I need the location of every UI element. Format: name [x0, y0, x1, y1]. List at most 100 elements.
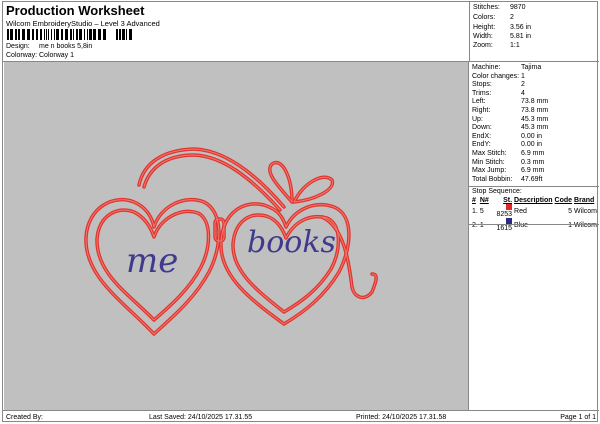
stat-value: 5.81 in	[510, 33, 532, 40]
info-value: 1	[521, 72, 525, 80]
divider	[469, 224, 599, 225]
barcode-bar	[89, 29, 92, 40]
barcode-bar	[15, 29, 17, 40]
info-value: 45.3 mm	[521, 124, 549, 132]
design-canvas: me books	[4, 62, 469, 410]
cell: Wilcom	[574, 221, 597, 229]
info-label: Trims:	[472, 89, 492, 97]
barcode-bar	[32, 29, 34, 40]
info-value: 0.3 mm	[521, 158, 545, 166]
stat-value: 1:1	[510, 42, 520, 49]
info-value: 73.8 mm	[521, 98, 549, 106]
page-number: Page 1 of 1	[560, 414, 596, 421]
header: Production Worksheet Wilcom EmbroiderySt…	[3, 2, 469, 62]
info-value: 2	[521, 81, 525, 89]
barcode-bar	[79, 29, 82, 40]
info-value: Tajima	[521, 64, 542, 71]
barcode-bar	[70, 29, 72, 40]
barcode-bar	[51, 29, 52, 40]
barcode-bar	[87, 29, 88, 40]
info-label: Down:	[472, 124, 492, 132]
barcode-bar	[7, 29, 9, 40]
barcode-bar	[56, 29, 59, 40]
info-label: Total Bobbin:	[472, 175, 513, 183]
col-header: St.	[503, 197, 513, 204]
stat-label: Height:	[473, 24, 496, 31]
colorway-label: Colorway:	[6, 52, 38, 59]
info-value: 6.9 mm	[521, 167, 545, 175]
stop-sequence-table: # N# St. Description Code Brand 1. 5 825…	[471, 197, 598, 232]
cell: Wilcom	[574, 207, 597, 215]
barcode-bar	[126, 29, 127, 40]
cell: 1	[568, 221, 573, 229]
barcode-bar	[98, 29, 101, 40]
info-label: Machine:	[472, 64, 501, 71]
col-header: N#	[479, 197, 489, 204]
col-header: Code	[554, 197, 573, 204]
col-header: Brand	[574, 197, 595, 204]
info-label: EndY:	[472, 141, 491, 149]
barcode-bar	[18, 29, 20, 40]
colorway-value: Colorway 1	[39, 52, 75, 59]
barcode	[7, 29, 132, 40]
cell: Blue	[514, 221, 529, 229]
info-value: 45.3 mm	[521, 115, 549, 123]
stat-value: 3.56 in	[510, 24, 532, 31]
worksheet-page: Production Worksheet Wilcom EmbroiderySt…	[2, 1, 599, 423]
info-label: Max Stitch:	[472, 150, 507, 157]
created-by: Created By:	[6, 414, 43, 421]
software-name: Wilcom EmbroideryStudio – Level 3 Advanc…	[6, 19, 160, 28]
info-value: 0.00 in	[521, 141, 543, 149]
stat-label: Zoom:	[473, 42, 493, 49]
info-label: Left:	[472, 98, 486, 106]
barcode-bar	[73, 29, 74, 40]
cell: 8253	[490, 204, 513, 218]
cell: Red	[514, 207, 527, 215]
stop-sequence-title: Stop Sequence:	[472, 188, 522, 195]
barcode-bar	[36, 29, 38, 40]
stats-panel: Stitches: 9870 Colors: 2 Height: 3.56 in Wi…	[469, 2, 599, 62]
thread-number: 1615	[496, 225, 513, 232]
stat-label: Stitches:	[473, 4, 500, 11]
barcode-bar	[10, 29, 13, 40]
cell: 5	[479, 207, 484, 215]
info-value: 6.9 mm	[521, 150, 545, 157]
barcode-bar	[22, 29, 25, 40]
barcode-bar	[27, 29, 30, 40]
barcode-bar	[116, 29, 118, 40]
divider	[469, 186, 599, 187]
info-panel: Machine: Tajima Color changes: 1 Stops: 2 Trim…	[469, 62, 599, 410]
barcode-bar	[122, 29, 125, 40]
info-value: 4	[521, 89, 525, 97]
footer: Created By: Last Saved: 24/10/2025 17.31…	[3, 410, 599, 423]
info-value: 47.69ft	[521, 175, 543, 183]
table-header: # N# St. Description Code Brand	[471, 197, 598, 204]
barcode-bar	[40, 29, 42, 40]
barcode-bar	[46, 29, 47, 40]
barcode-bar	[44, 29, 45, 40]
stat-label: Colors:	[473, 14, 496, 21]
table-row: 1. 5 8253 Red 5 Wilcom	[471, 204, 598, 218]
barcode-bar	[129, 29, 132, 40]
info-label: Min Stitch:	[472, 158, 505, 166]
design-label: Design:	[6, 43, 30, 50]
barcode-bar	[76, 29, 78, 40]
info-label: EndX:	[472, 132, 492, 140]
last-saved: Last Saved: 24/10/2025 17.31.55	[149, 414, 253, 421]
stat-value: 9870	[510, 4, 526, 11]
info-label: Stops:	[472, 81, 492, 89]
col-header: Description	[514, 197, 553, 204]
info-label: Max Jump:	[472, 167, 507, 175]
barcode-bar	[54, 29, 55, 40]
page-title: Production Worksheet	[6, 3, 145, 18]
info-value: 73.8 mm	[521, 107, 549, 114]
barcode-bar	[61, 29, 63, 40]
cell: 5	[568, 207, 573, 215]
cell: 1.	[472, 207, 478, 215]
table-row: 2. 1 1615 Blue 1 Wilcom	[471, 218, 598, 232]
cell: 1615	[490, 218, 513, 232]
stat-value: 2	[510, 14, 514, 21]
barcode-bar	[119, 29, 121, 40]
embroidery-design: me books	[84, 147, 378, 336]
cell: 2.	[472, 221, 478, 229]
